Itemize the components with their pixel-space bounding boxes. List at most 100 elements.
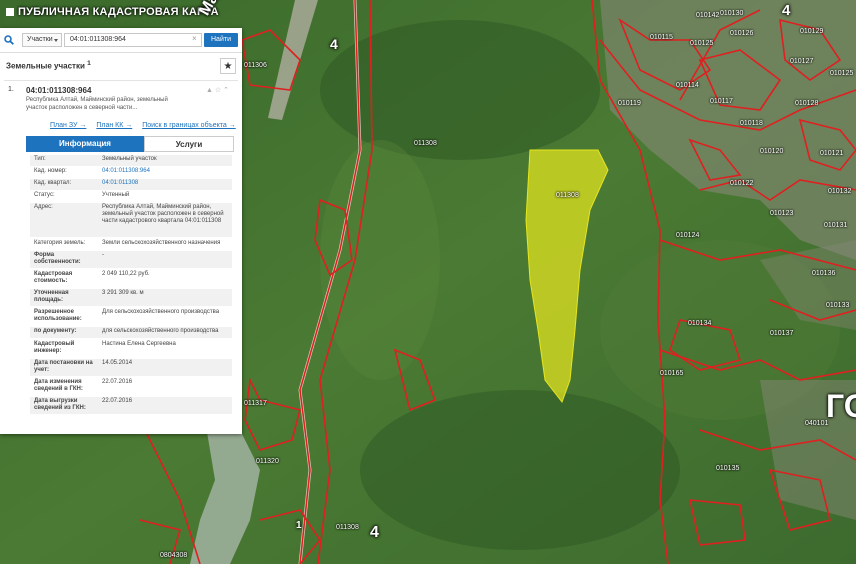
logo-icon [6,8,14,17]
app-title: ПУБЛИЧНАЯ КАДАСТРОВАЯ КАРТА [6,6,219,18]
favorite-button[interactable]: ★ [220,58,236,74]
parcel-label: 040101 [805,420,829,427]
row-key: Дата выгрузки сведений из ГКН: [34,398,86,411]
row-value: 2 049 110,22 руб. [102,271,150,277]
parcel-label: 010120 [760,148,784,155]
parcel-label: 011308 [556,192,579,199]
search-panel: Участки 04:01:011308:964 × Найти Земельн… [0,28,242,434]
row-value: Земли сельскохозяйственного назначения [102,240,221,246]
parcel-label: 010132 [828,188,852,195]
row-key: по документу: [34,328,77,334]
parcel-label: 010131 [824,222,848,229]
row-key: Кад. квартал: [34,180,72,186]
chevron-up-icon[interactable]: ⌃ [223,87,229,94]
row-value: 3 291 309 кв. м [102,290,144,296]
parcel-label: 010122 [730,180,754,187]
parcel-label: 0804308 [160,552,188,559]
parcel-label: 010142 [696,12,720,19]
parcel-label: 011308 [336,524,359,531]
section-count: 1 [87,60,91,67]
plan-kk-link[interactable]: План КК → [96,122,132,129]
table-row: Адрес: Республика Алтай, Майминский райо… [30,203,232,237]
chevron-down-icon [54,39,58,42]
star-icon: ★ [223,61,233,72]
parcel-label: 010135 [716,465,740,472]
table-row: Уточненная площадь: 3 291 309 кв. м [30,289,232,306]
search-type-select[interactable]: Участки [22,33,62,47]
search-in-bounds-link[interactable]: Поиск в границах объекта → [142,122,236,129]
row-key: Тип: [34,156,46,162]
table-row: по документу: для сельскохозяйственного … [30,327,232,338]
cad-quarter-link[interactable]: 04:01:011308 [102,180,230,187]
parcel-label: 010114 [676,82,699,89]
row-value: Настина Елена Сергеевна [102,341,176,347]
parcel-label: 010126 [730,30,754,37]
row-value: Учтенный [102,192,130,198]
parcel-label: 010118 [740,120,763,127]
road-number-label: 4 [782,2,791,19]
table-row: Дата выгрузки сведений из ГКН: 22.07.201… [30,397,232,414]
parcel-label: 010123 [770,210,794,217]
star-outline-icon[interactable]: ☆ [215,87,221,94]
place-label: ГО [826,388,856,424]
row-value: 22.07.2016 [102,379,133,385]
parcel-label: 010129 [800,28,824,35]
parcel-label: 010134 [688,320,712,327]
table-row: Категория земель: Земли сельскохозяйстве… [30,239,232,250]
result-number[interactable]: 04:01:011308:964 [26,86,236,95]
parcel-label: 010130 [720,10,744,17]
parcel-label: 010127 [790,58,814,65]
row-value: Республика Алтай, Майминский район, земе… [102,204,224,224]
parcel-label: 010125 [690,40,714,47]
row-key: Кадастровая стоимость: [34,271,73,284]
road-number-label: 4 [330,36,338,52]
row-value: - [102,252,104,258]
cad-number-link[interactable]: 04:01:011308:964 [102,168,230,175]
table-row: Тип: Земельный участок [30,155,232,166]
search-bar: Участки 04:01:011308:964 × Найти [0,28,242,53]
row-key: Адрес: [34,204,53,210]
table-row: Статус: Учтенный [30,191,232,202]
row-value: 14.05.2014 [102,360,133,366]
parcel-label: 010115 [650,34,673,41]
table-row: Кад. номер: 04:01:011308:964 [30,167,232,178]
parcel-label: 010119 [618,100,641,107]
row-key: Дата изменения сведений в ГКН: [34,379,83,392]
parcel-label: 011317 [244,400,267,407]
parcel-label: 011308 [414,140,437,147]
row-key: Разрешенное использование: [34,309,82,322]
search-input[interactable]: 04:01:011308:964 [64,33,202,47]
parcel-label: 010124 [676,232,700,239]
tab-info[interactable]: Информация [26,136,144,152]
section-title: Земельные участки 1 [6,60,91,71]
table-row: Кадастровый инженер: Настина Елена Серге… [30,340,232,357]
row-value: для сельскохозяйственного производства [102,328,219,334]
road-number-label: 4 [370,524,379,541]
search-button[interactable]: Найти [204,33,238,47]
parcel-label: 010136 [812,270,836,277]
search-icon[interactable] [4,35,14,45]
warning-icon[interactable]: ▲ [206,87,213,94]
result-links: План ЗУ → План КК → Поиск в границах объ… [50,122,244,129]
parcel-label: 011320 [256,458,279,465]
parcel-label: 010128 [795,100,819,107]
point-label: 1 [296,520,302,531]
tab-services[interactable]: Услуги [144,136,234,152]
parcel-label: 010121 [820,150,844,157]
parcel-label: 010165 [660,370,684,377]
table-row: Дата изменения сведений в ГКН: 22.07.201… [30,378,232,395]
row-key: Кад. номер: [34,168,67,174]
parcel-label: 011306 [244,62,267,69]
table-row: Форма собственности: - [30,251,232,268]
row-key: Кадастровый инженер: [34,341,75,354]
plan-zu-link[interactable]: План ЗУ → [50,122,86,129]
table-row: Дата постановки на учет: 14.05.2014 [30,359,232,376]
tabs: Информация Услуги [26,136,234,152]
table-row: Кадастровая стоимость: 2 049 110,22 руб. [30,270,232,287]
parcel-label: 010133 [826,302,850,309]
row-key: Дата постановки на учет: [34,360,93,373]
result-card[interactable]: 04:01:011308:964 Республика Алтай, Майми… [26,86,236,112]
row-value: Земельный участок [102,156,157,162]
close-icon[interactable]: × [192,34,197,43]
parcel-label: 010117 [710,98,733,105]
